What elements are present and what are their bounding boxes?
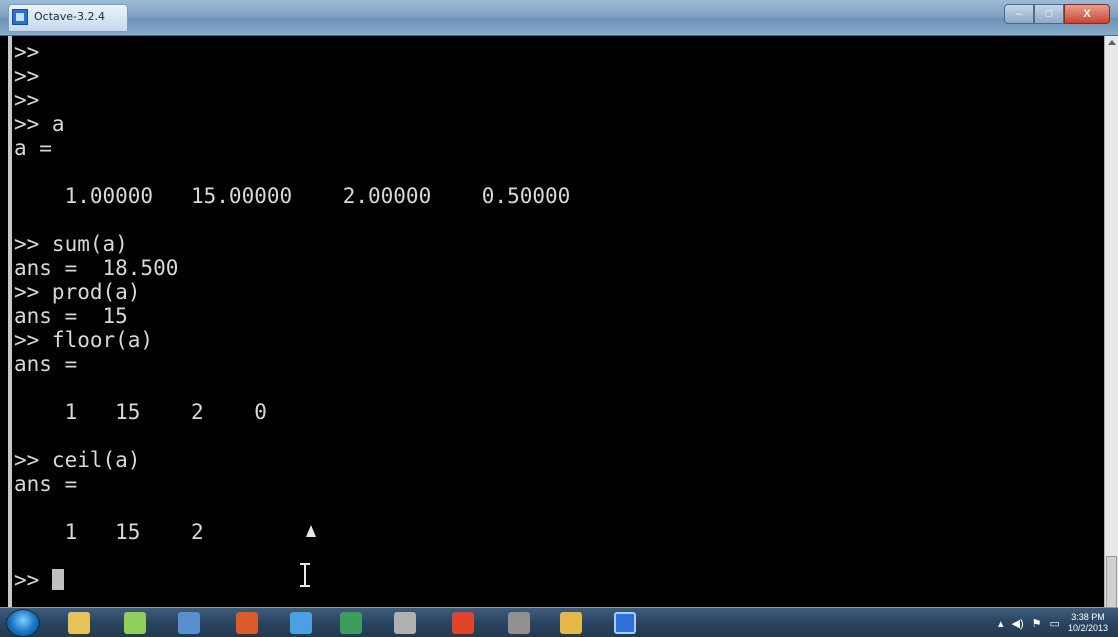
app-icon-7[interactable]: [394, 612, 416, 634]
sticky-notes-icon[interactable]: [124, 612, 146, 634]
window-title: Octave-3.2.4: [34, 10, 105, 23]
console-line: ans =: [14, 352, 78, 376]
webcam-icon[interactable]: [508, 612, 530, 634]
console-area[interactable]: >> >> >> >> aa = 1.00000 15.00000 2.00000 0…: [0, 36, 1104, 607]
app-icon-10[interactable]: [560, 612, 582, 634]
clock[interactable]: 3:38 PM 10/2/2013: [1068, 612, 1108, 634]
network-icon[interactable]: [178, 612, 200, 634]
chrome-icon[interactable]: [452, 612, 474, 634]
octave-app-icon: [12, 9, 28, 25]
console-line: >> a: [14, 112, 65, 136]
text-cursor-icon: [298, 563, 312, 587]
scroll-up-icon[interactable]: [1108, 40, 1116, 45]
console-line: 1 15 2 0: [14, 400, 267, 424]
powerpoint-icon[interactable]: [236, 612, 258, 634]
console-line: ans = 18.500: [14, 256, 179, 280]
app-icon-6[interactable]: [340, 612, 362, 634]
console-line: >>: [14, 64, 40, 88]
console-line: a =: [14, 136, 52, 160]
maximize-button[interactable]: □: [1034, 4, 1064, 24]
console-line: >> prod(a): [14, 280, 141, 304]
network-tray-icon[interactable]: ▭: [1050, 617, 1060, 630]
app-icon-5[interactable]: [290, 612, 312, 634]
taskbar: ▴ ◀) ⚑ ▭ 3:38 PM 10/2/2013: [0, 607, 1118, 637]
text-caret: [51, 569, 64, 590]
flag-icon[interactable]: ⚑: [1032, 617, 1042, 630]
minimize-button[interactable]: –: [1004, 4, 1034, 24]
console-left-border: [8, 36, 12, 607]
console-line: >> floor(a): [14, 328, 154, 352]
window-controls: – □ X: [1004, 4, 1110, 24]
volume-icon[interactable]: ◀): [1012, 617, 1024, 630]
explorer-icon[interactable]: [68, 612, 90, 634]
vertical-scrollbar[interactable]: [1104, 36, 1118, 616]
close-button[interactable]: X: [1064, 4, 1110, 24]
window-titlebar[interactable]: Octave-3.2.4 – □ X: [0, 0, 1118, 36]
system-tray: ▴ ◀) ⚑ ▭ 3:38 PM 10/2/2013: [998, 611, 1108, 635]
console-line: >>: [14, 88, 40, 112]
console-output: >> >> >> >> aa = 1.00000 15.00000 2.00000 0…: [14, 40, 570, 592]
console-line: ans = 15: [14, 304, 128, 328]
console-line: ans =: [14, 472, 78, 496]
clock-date: 10/2/2013: [1067, 623, 1108, 633]
console-line: >> ceil(a): [14, 448, 141, 472]
clock-time: 3:38 PM: [1071, 612, 1105, 622]
console-line: >>: [14, 568, 570, 592]
console-line: >>: [14, 40, 40, 64]
console-line: 1.00000 15.00000 2.00000 0.50000: [14, 184, 571, 208]
start-button[interactable]: [6, 609, 40, 637]
show-hidden-icons-icon[interactable]: ▴: [998, 617, 1004, 630]
octave-taskbar-icon[interactable]: [614, 612, 636, 634]
mouse-pointer-icon: [306, 525, 316, 537]
console-line: >> sum(a): [14, 232, 128, 256]
console-line: 1 15 2: [14, 520, 204, 544]
